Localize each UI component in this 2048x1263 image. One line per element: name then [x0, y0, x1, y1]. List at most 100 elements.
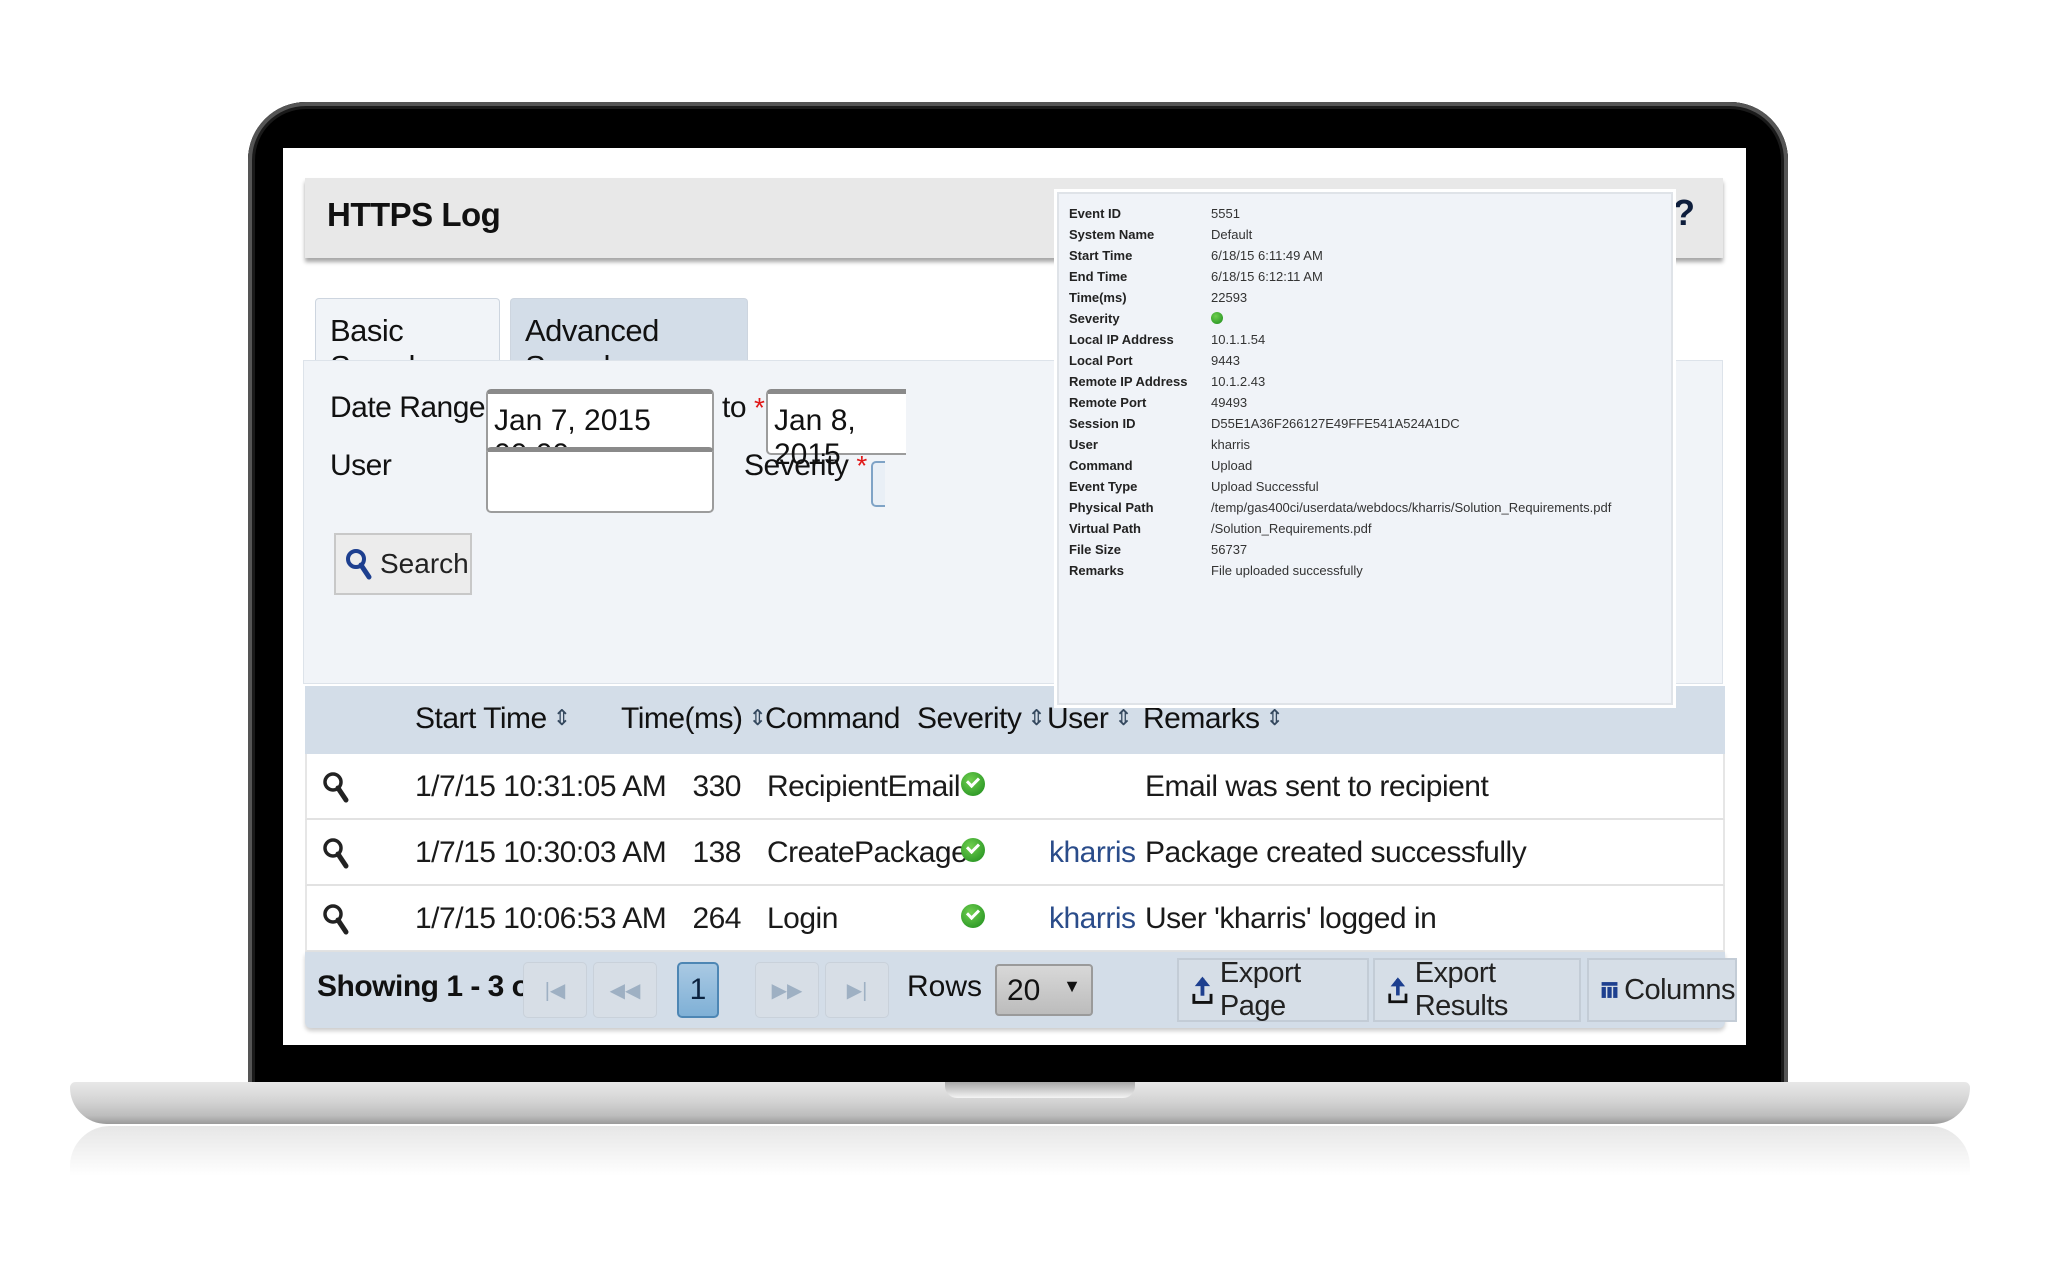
cell-user[interactable]: kharris: [1049, 902, 1136, 936]
detail-row: Event ID 5551: [1069, 206, 1240, 227]
detail-key: End Time: [1069, 269, 1128, 284]
detail-key: System Name: [1069, 227, 1155, 242]
prev-page-button[interactable]: ◀◀: [593, 962, 657, 1018]
detail-key: Remarks: [1069, 563, 1124, 578]
detail-key: Remote IP Address: [1069, 374, 1188, 389]
first-page-button[interactable]: |◀: [523, 962, 587, 1018]
detail-value: 10.1.2.43: [1211, 374, 1266, 389]
export-results-button[interactable]: Export Results: [1373, 957, 1581, 1022]
detail-value: /Solution_Requirements.pdf: [1211, 521, 1372, 536]
column-header-remarks[interactable]: Remarks ⇕: [1143, 702, 1284, 736]
sort-icon: ⇕: [552, 705, 571, 730]
detail-row: Start Time 6/18/15 6:11:49 AM: [1069, 248, 1323, 269]
detail-key: Physical Path: [1069, 500, 1154, 515]
search-icon: [346, 549, 372, 580]
view-details-icon[interactable]: [321, 770, 351, 804]
detail-key: Time(ms): [1069, 290, 1127, 305]
table-row[interactable]: 1/7/15 10:06:53 AM 264 Login kharris Use…: [305, 886, 1725, 952]
export-icon: [1388, 977, 1408, 1004]
view-details-icon[interactable]: [321, 836, 351, 870]
table-row[interactable]: 1/7/15 10:30:03 AM 138 CreatePackage kha…: [305, 820, 1725, 886]
detail-value: D55E1A36F266127E49FFE541A524A1DC: [1211, 416, 1460, 431]
detail-key: Severity: [1069, 311, 1120, 326]
detail-value: File uploaded successfully: [1211, 563, 1363, 578]
results-table: Start Time ⇕ Time(ms) ⇕ Command Severity ⇕ …: [305, 686, 1737, 1028]
detail-value: Upload: [1211, 458, 1253, 473]
detail-row: Command Upload: [1069, 458, 1252, 479]
severity-select[interactable]: [871, 461, 885, 507]
export-page-label: Export Page: [1219, 957, 1301, 1022]
success-check-icon: [961, 772, 985, 796]
detail-value: Upload Successful: [1211, 479, 1319, 494]
laptop-reflection: [70, 1126, 1970, 1176]
detail-row: Remote Port 49493: [1069, 395, 1247, 416]
detail-row: Time(ms) 22593: [1069, 290, 1247, 311]
dropdown-arrow-icon: ▼: [1063, 976, 1081, 996]
detail-severity: [1211, 311, 1223, 332]
column-header-severity[interactable]: Severity ⇕: [917, 702, 1046, 736]
next-page-button[interactable]: ▶▶: [755, 962, 819, 1018]
cell-command: RecipientEmail: [767, 770, 961, 803]
export-icon: [1192, 976, 1213, 1004]
detail-value: kharris: [1211, 437, 1251, 452]
detail-row: Virtual Path/Solution_Requirements.pdf: [1069, 521, 1371, 542]
page-1-button[interactable]: 1: [677, 962, 719, 1018]
detail-value: 6/18/15 6:11:49 AM: [1211, 248, 1323, 263]
tab-advanced-search[interactable]: Advanced Search: [510, 298, 748, 384]
rows-value: 20: [1007, 974, 1041, 1007]
detail-key: Command: [1069, 458, 1133, 473]
column-header-time-ms[interactable]: Time(ms) ⇕: [621, 702, 767, 736]
detail-key: File Size: [1069, 542, 1122, 557]
export-page-button[interactable]: Export Page: [1177, 957, 1369, 1022]
view-details-icon[interactable]: [321, 902, 351, 936]
detail-key: User: [1069, 437, 1098, 452]
detail-value: 49493: [1211, 395, 1248, 410]
columns-button[interactable]: Columns: [1587, 958, 1737, 1022]
rows-per-page-select[interactable]: 20 ▼: [995, 964, 1093, 1016]
help-icon[interactable]: ?: [1673, 192, 1695, 234]
detail-row: Session ID D55E1A36F266127E49FFE541A524A1…: [1069, 416, 1460, 437]
column-header-start-time[interactable]: Start Time ⇕: [415, 702, 571, 736]
detail-row: Remote IP Address 10.1.2.43: [1069, 374, 1265, 395]
detail-row: File Size 56737: [1069, 542, 1247, 563]
cell-remarks: Email was sent to recipient: [1145, 770, 1489, 803]
detail-row: Physical Path/temp/gas400ci/userdata/web…: [1069, 500, 1611, 521]
success-check-icon: [961, 904, 985, 928]
date-to-input[interactable]: Jan 8, 2015: [766, 389, 906, 471]
search-button[interactable]: Search: [334, 533, 472, 595]
success-check-icon: [1211, 312, 1223, 324]
detail-key: Event ID: [1069, 206, 1122, 221]
detail-value: Default: [1211, 227, 1253, 242]
cell-command: CreatePackage: [767, 836, 968, 869]
cell-time-ms: 264: [692, 902, 741, 935]
page-title: HTTPS Log: [327, 196, 501, 233]
event-details-popup: Event ID 5551 System Name Default Start Time…: [1057, 192, 1673, 705]
detail-key: Remote Port: [1069, 395, 1147, 410]
detail-value: 56737: [1211, 542, 1248, 557]
detail-value: 9443: [1211, 353, 1240, 368]
user-input[interactable]: [486, 447, 714, 513]
date-range-label: Date Range*: [330, 391, 504, 424]
cell-remarks: Package created successfully: [1145, 836, 1527, 869]
last-page-button[interactable]: ▶|: [825, 962, 889, 1018]
sort-icon: ⇕: [1114, 705, 1133, 730]
cell-user[interactable]: kharris: [1049, 836, 1136, 870]
date-from-input[interactable]: Jan 7, 2015 00:00: [486, 389, 714, 471]
user-label: User: [330, 449, 392, 482]
export-results-label: Export Results: [1414, 957, 1509, 1022]
detail-key: Event Type: [1069, 479, 1138, 494]
tab-basic-search[interactable]: Basic Search: [315, 298, 500, 384]
cell-time-ms: 138: [692, 836, 741, 869]
column-header-user[interactable]: User ⇕: [1047, 702, 1133, 736]
detail-value: 5551: [1211, 206, 1240, 221]
table-row[interactable]: 1/7/15 10:31:05 AM 330 RecipientEmail Em…: [305, 754, 1725, 820]
detail-row: Local Port 9443: [1069, 353, 1240, 374]
detail-row: System Name Default: [1069, 227, 1252, 248]
detail-value: 10.1.1.54: [1211, 332, 1266, 347]
column-header-command[interactable]: Command: [765, 702, 900, 736]
pager-bar: Showing 1 - 3 of 3 |◀ ◀◀ 1 ▶▶ ▶| Rows 20…: [305, 952, 1737, 1028]
detail-key: Virtual Path: [1069, 521, 1142, 536]
detail-row: User kharris: [1069, 437, 1250, 458]
detail-value: 6/18/15 6:12:11 AM: [1211, 269, 1323, 284]
detail-value: /temp/gas400ci/userdata/webdocs/kharris/…: [1211, 500, 1612, 515]
